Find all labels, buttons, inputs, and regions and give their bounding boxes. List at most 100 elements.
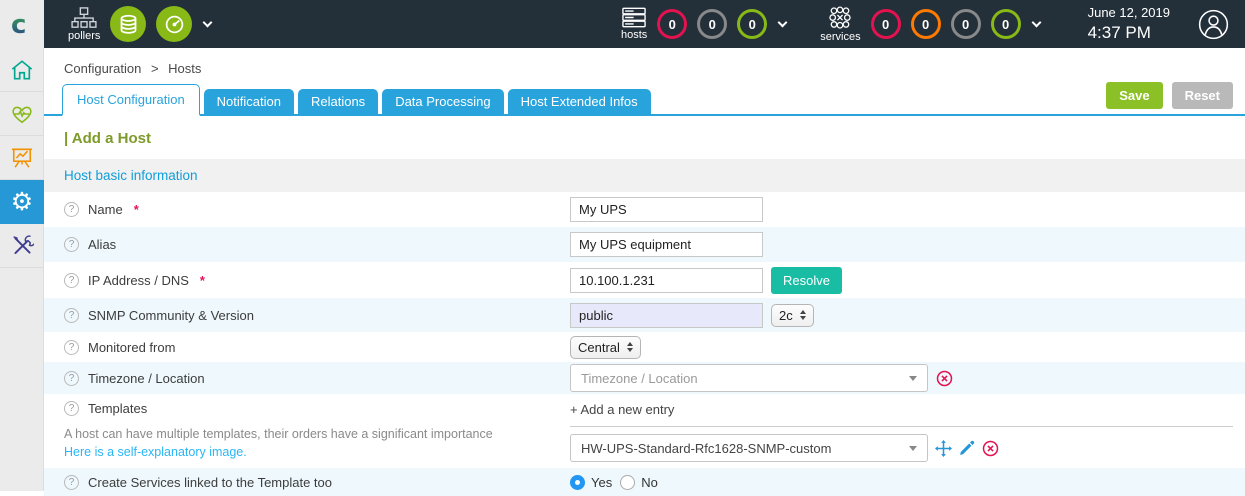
ip-address-label: IP Address / DNS	[88, 273, 189, 288]
breadcrumb-hosts-link[interactable]: Hosts	[168, 61, 201, 76]
page-title: | Add a Host	[44, 116, 1245, 159]
resolve-button[interactable]: Resolve	[771, 267, 842, 294]
name-label: Name	[88, 202, 123, 217]
help-icon[interactable]	[64, 371, 79, 386]
template-move-button[interactable]	[935, 440, 952, 457]
create-services-radio-group: Yes No	[570, 475, 664, 490]
form-row-ip-address: IP Address / DNS * Resolve	[44, 262, 1245, 298]
tab-notification[interactable]: Notification	[204, 89, 294, 114]
services-chevron-down-icon[interactable]	[1031, 18, 1041, 28]
sidebar: ⚙	[0, 48, 44, 491]
snmp-version-select[interactable]: 2c	[771, 304, 814, 327]
delete-circle-icon	[982, 440, 999, 457]
services-status-group: services 0 0 0 0	[820, 6, 1039, 43]
form-row-timezone: Timezone / Location Timezone / Location	[44, 362, 1245, 394]
template-edit-button[interactable]	[959, 440, 975, 456]
sidebar-item-home[interactable]	[0, 48, 44, 92]
radio-yes[interactable]	[570, 475, 585, 490]
services-unknown-badge[interactable]: 0	[951, 9, 981, 39]
snmp-community-input[interactable]	[570, 303, 763, 328]
pollers-label: pollers	[68, 30, 100, 42]
centreon-logo[interactable]: c	[0, 0, 44, 48]
topbar: c pollers	[0, 0, 1245, 48]
services-icon	[828, 6, 852, 30]
radio-no-label[interactable]: No	[641, 475, 658, 490]
poller-latency-status-button[interactable]	[156, 6, 192, 42]
tab-host-extended-infos[interactable]: Host Extended Infos	[508, 89, 651, 114]
presentation-chart-icon	[10, 147, 34, 169]
user-profile-button[interactable]	[1198, 9, 1229, 40]
help-icon[interactable]	[64, 237, 79, 252]
add-new-entry-link[interactable]: + Add a new entry	[570, 402, 674, 417]
tab-bar: Host Configuration Notification Relation…	[44, 86, 1245, 116]
sidebar-item-monitoring[interactable]	[0, 92, 44, 136]
required-marker: *	[134, 202, 139, 217]
sidebar-item-reporting[interactable]	[0, 136, 44, 180]
gauge-icon	[164, 14, 185, 35]
form-row-name: Name *	[44, 192, 1245, 227]
templates-helper-text: A host can have multiple templates, thei…	[64, 426, 570, 443]
help-icon[interactable]	[64, 401, 79, 416]
form-row-snmp: SNMP Community & Version 2c	[44, 298, 1245, 332]
pencil-icon	[959, 440, 975, 456]
radio-yes-label[interactable]: Yes	[591, 475, 612, 490]
save-button[interactable]: Save	[1106, 82, 1162, 109]
dropdown-caret-icon	[909, 376, 917, 381]
breadcrumb-configuration-link[interactable]: Configuration	[64, 61, 141, 76]
hosts-up-badge[interactable]: 0	[737, 9, 767, 39]
tab-relations[interactable]: Relations	[298, 89, 378, 114]
select-stepper-icon	[800, 310, 806, 320]
dropdown-caret-icon	[909, 446, 917, 451]
pollers-chevron-down-icon[interactable]	[203, 18, 213, 28]
timezone-clear-button[interactable]	[936, 370, 953, 387]
hosts-menu[interactable]: hosts	[621, 7, 647, 41]
template-delete-button[interactable]	[982, 440, 999, 457]
alias-label: Alias	[88, 237, 116, 252]
help-icon[interactable]	[64, 273, 79, 288]
hosts-unreachable-badge[interactable]: 0	[697, 9, 727, 39]
templates-helper-link[interactable]: Here is a self-explanatory image.	[64, 445, 570, 459]
help-icon[interactable]	[64, 308, 79, 323]
services-menu[interactable]: services	[820, 6, 860, 43]
templates-label: Templates	[88, 401, 147, 416]
help-icon[interactable]	[64, 475, 79, 490]
centreon-logo-icon: c	[9, 11, 35, 37]
hosts-down-badge[interactable]: 0	[657, 9, 687, 39]
services-label: services	[820, 31, 860, 43]
services-warning-badge[interactable]: 0	[911, 9, 941, 39]
clock-date: June 12, 2019	[1088, 5, 1170, 21]
monitored-from-label: Monitored from	[88, 340, 175, 355]
select-stepper-icon	[627, 342, 633, 352]
pollers-menu[interactable]: pollers	[68, 7, 100, 42]
snmp-label: SNMP Community & Version	[88, 308, 254, 323]
help-icon[interactable]	[64, 340, 79, 355]
delete-circle-icon	[936, 370, 953, 387]
sidebar-item-configuration[interactable]: ⚙	[0, 180, 44, 224]
ip-address-input[interactable]	[570, 268, 763, 293]
create-services-label: Create Services linked to the Template t…	[88, 475, 332, 490]
snmp-version-value: 2c	[779, 308, 793, 323]
user-icon	[1198, 9, 1229, 40]
timezone-placeholder: Timezone / Location	[581, 371, 698, 386]
reset-button[interactable]: Reset	[1172, 82, 1233, 109]
services-critical-badge[interactable]: 0	[871, 9, 901, 39]
poller-database-status-button[interactable]	[110, 6, 146, 42]
hosts-label: hosts	[621, 29, 647, 41]
help-icon[interactable]	[64, 202, 79, 217]
monitored-from-select[interactable]: Central	[570, 336, 641, 359]
name-input[interactable]	[570, 197, 763, 222]
template-select[interactable]: HW-UPS-Standard-Rfc1628-SNMP-custom	[570, 434, 928, 462]
radio-no[interactable]	[620, 475, 635, 490]
section-header-host-basic-information: Host basic information	[44, 159, 1245, 192]
svg-text:c: c	[11, 11, 26, 37]
sidebar-item-administration[interactable]	[0, 224, 44, 268]
timezone-select[interactable]: Timezone / Location	[570, 364, 928, 392]
tab-host-configuration[interactable]: Host Configuration	[62, 84, 200, 116]
alias-input[interactable]	[570, 232, 763, 257]
form-row-alias: Alias	[44, 227, 1245, 262]
hosts-status-group: hosts 0 0 0	[621, 7, 786, 41]
form-row-monitored-from: Monitored from Central	[44, 332, 1245, 362]
services-ok-badge[interactable]: 0	[991, 9, 1021, 39]
tab-data-processing[interactable]: Data Processing	[382, 89, 503, 114]
hosts-chevron-down-icon[interactable]	[778, 18, 788, 28]
